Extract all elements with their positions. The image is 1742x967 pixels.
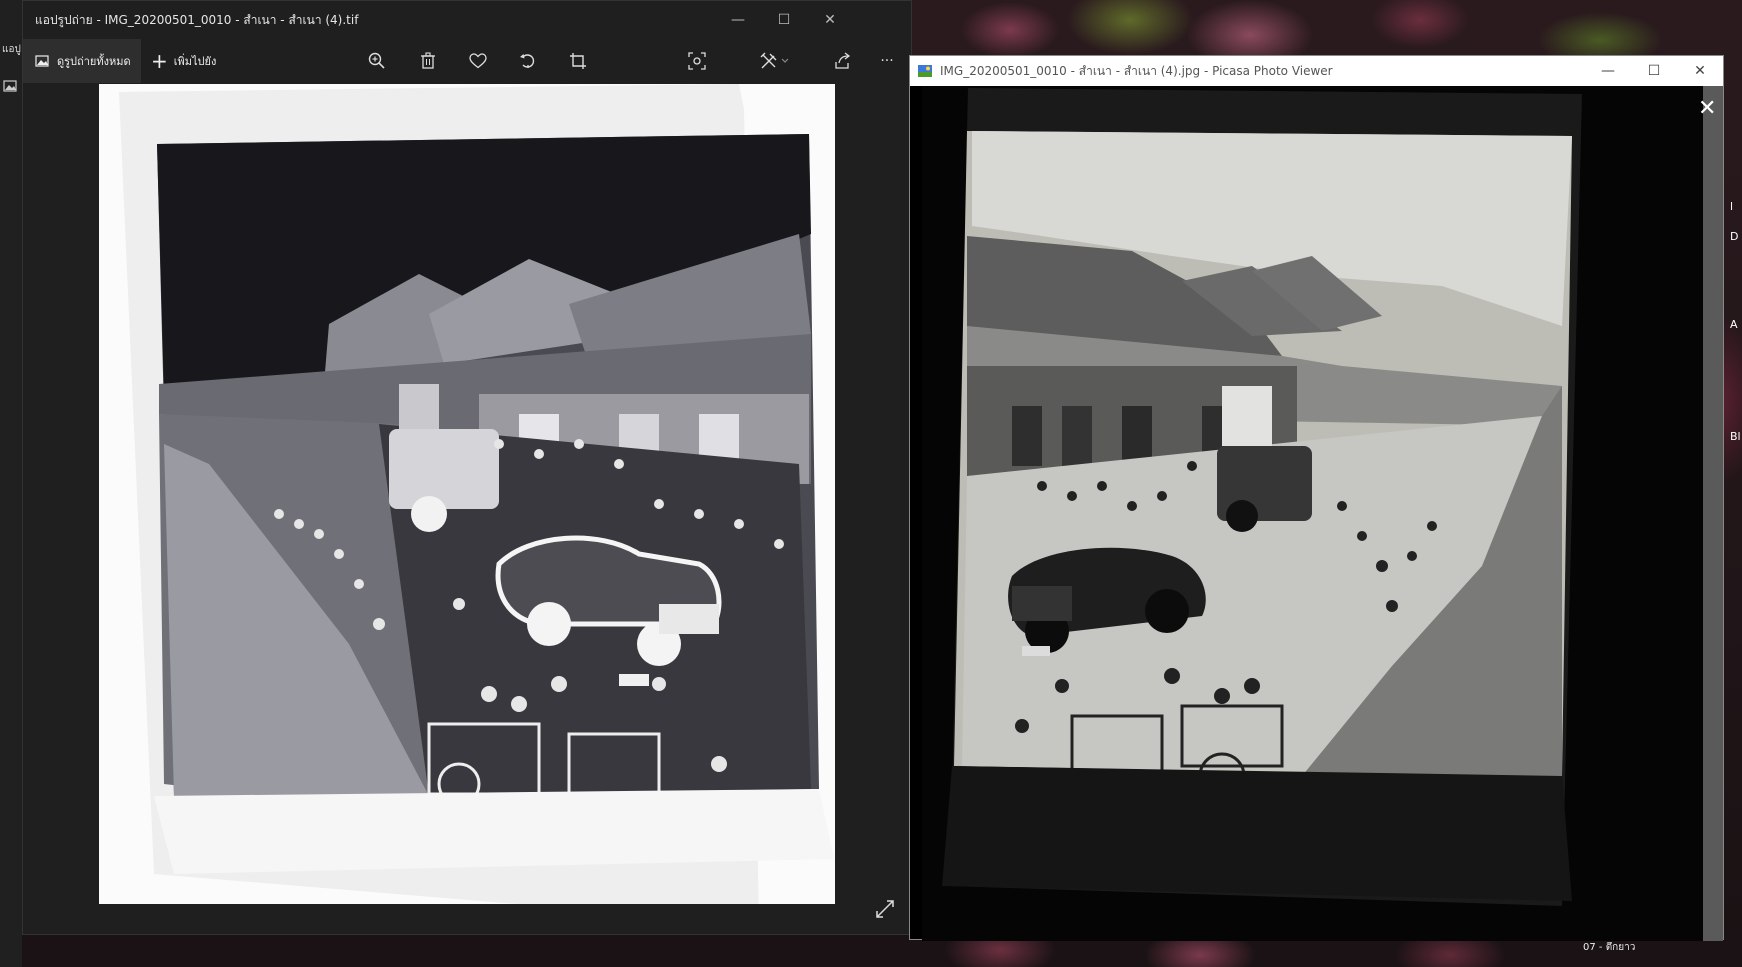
picasa-image-viewer[interactable] (922, 86, 1703, 941)
desktop-icon-label[interactable]: Bl (1730, 430, 1741, 443)
picasa-close-button[interactable]: ✕ (1678, 56, 1722, 86)
edit-icon (760, 52, 789, 69)
fullscreen-button[interactable] (875, 899, 895, 923)
desktop-icon-label[interactable]: l (1730, 200, 1733, 213)
view-all-photos-button[interactable]: ดูรูปถ่ายทั้งหมด (23, 39, 141, 83)
desktop-icon-label[interactable]: A (1730, 318, 1738, 331)
share-button[interactable] (830, 49, 854, 73)
picasa-app-icon (918, 65, 932, 77)
close-icon: ✕ (1694, 63, 1706, 79)
crop-button[interactable] (566, 49, 590, 73)
photos-app-window[interactable]: แอปรูปถ่าย - IMG_20200501_0010 - สำเนา -… (22, 0, 912, 935)
zoom-in-button[interactable] (365, 49, 389, 73)
desktop-icon-label[interactable]: D (1730, 230, 1738, 243)
favorite-icon (469, 53, 487, 69)
delete-icon (421, 52, 435, 69)
expand-icon (876, 900, 894, 918)
background-app-label: แอปู (2, 44, 21, 55)
picasa-window-title: IMG_20200501_0010 - สำเนา - สำเนา (4).jp… (940, 63, 1333, 78)
add-to-label: เพิ่มไปยัง (173, 55, 217, 68)
photo-gallery-icon (35, 55, 49, 67)
minimize-icon: — (731, 12, 745, 28)
view-all-label: ดูรูปถ่ายทั้งหมด (57, 55, 131, 68)
zoom-in-icon (368, 52, 385, 69)
maximize-icon: ☐ (777, 12, 791, 28)
rotate-icon (520, 54, 535, 68)
close-icon: ✕ (824, 12, 836, 28)
desktop-right-edge-icons: l D A Bl (1730, 200, 1742, 700)
picasa-viewer-window[interactable]: IMG_20200501_0010 - สำเนา - สำเนา (4).jp… (909, 55, 1724, 941)
negative-scan-image (99, 84, 835, 904)
add-to-button[interactable]: + เพิ่มไปยัง (151, 39, 216, 83)
share-icon (835, 52, 851, 69)
plus-icon: + (151, 49, 168, 73)
delete-button[interactable] (416, 49, 440, 73)
spot-fix-button[interactable] (685, 49, 709, 73)
more-options-button[interactable]: ··· (875, 49, 899, 73)
picasa-minimize-button[interactable]: — (1586, 56, 1630, 86)
positive-photo-image (922, 86, 1703, 941)
negative-photo[interactable] (99, 84, 835, 904)
more-icon: ··· (880, 53, 894, 69)
crop-icon (570, 53, 586, 69)
maximize-button[interactable]: ☐ (761, 1, 807, 39)
photos-toolbar: ดูรูปถ่ายทั้งหมด + เพิ่มไปยัง ··· (23, 39, 911, 83)
edit-create-button[interactable] (758, 49, 792, 73)
close-button[interactable]: ✕ (807, 1, 853, 39)
spot-fix-icon (688, 52, 706, 70)
minimize-button[interactable]: — (715, 1, 761, 39)
taskbar-date-label: 07 - ตึกยาว (1583, 942, 1636, 953)
picasa-maximize-button[interactable]: ☐ (1632, 56, 1676, 86)
picasa-viewer-close-button[interactable]: ✕ (1698, 96, 1716, 121)
maximize-icon: ☐ (1647, 63, 1661, 79)
minimize-icon: — (1601, 63, 1615, 79)
background-window-edge[interactable]: แอปู (0, 0, 22, 967)
picasa-side-panel (1703, 86, 1723, 941)
rotate-button[interactable] (516, 49, 540, 73)
favorite-button[interactable] (466, 49, 490, 73)
photos-window-title: แอปรูปถ่าย - IMG_20200501_0010 - สำเนา -… (35, 12, 359, 27)
photos-app-icon (3, 80, 17, 92)
